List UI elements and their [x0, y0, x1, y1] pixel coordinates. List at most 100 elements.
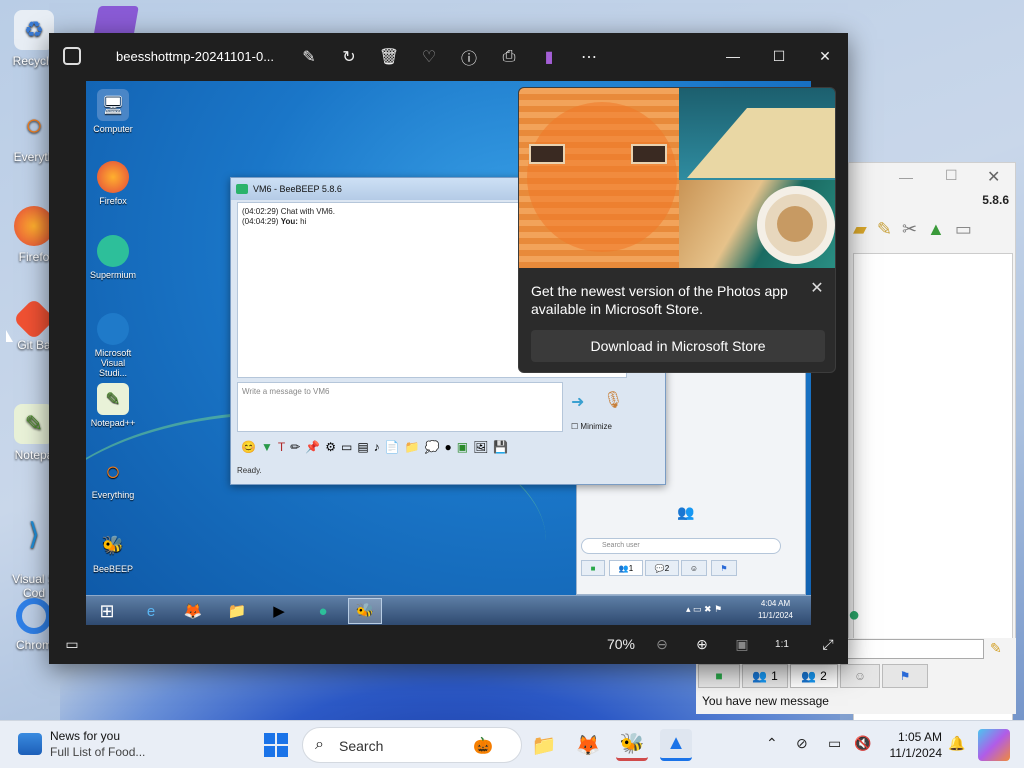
delete-icon[interactable]: 🗑	[377, 45, 401, 69]
inner-chat-toolbar: 😊 ▼ T ✏ 📌 ⚙ ▭ ▤ ♪ 📄 📁 💭 ● ▣ 🖼 💾	[241, 440, 621, 458]
inner-icon-label: Microsoft Visual Studi...	[94, 348, 132, 378]
toast-message: Get the newest version of the Photos app…	[531, 283, 788, 317]
zoom-out-icon[interactable]: ⊖	[649, 631, 675, 657]
supermium-icon	[97, 235, 129, 267]
win7-start-icon: ⊞	[99, 600, 115, 621]
chat-message: hi	[297, 217, 307, 226]
inner-icon-label: Supermium	[90, 270, 137, 280]
notepadpp-icon: ✎	[97, 383, 129, 415]
network-icon[interactable]: ⊘	[796, 735, 808, 752]
tab-shares[interactable]: ⚑	[882, 664, 928, 688]
pin-icon: 📌	[305, 440, 321, 454]
edit-icon[interactable]: ✎	[877, 219, 892, 240]
start-button[interactable]	[264, 733, 288, 757]
clear-search-icon[interactable]: ✎	[990, 640, 1002, 657]
firefox-icon[interactable]: 🦊	[572, 729, 604, 761]
maximize-icon[interactable]: ☐	[945, 167, 958, 184]
clipchamp-icon[interactable]: ▮	[537, 45, 561, 69]
firefox-icon	[14, 206, 54, 246]
minimize-icon[interactable]: —	[899, 169, 913, 185]
tab-count: 2	[664, 563, 670, 573]
vscode-icon: ⟩	[28, 517, 40, 551]
users-icon: 👥	[752, 669, 768, 683]
tab-users[interactable]: 👥 1	[742, 664, 788, 688]
taskbar-search[interactable]: ⌕ Search 🎃	[302, 727, 522, 763]
save-icon: 💾	[493, 440, 509, 454]
user-search-input[interactable]	[846, 639, 984, 659]
taskbar-clock[interactable]: 1:05 AM 11/1/2024	[882, 729, 943, 761]
toast-close-icon[interactable]: ✕	[807, 278, 827, 298]
fullscreen-icon[interactable]: ⤢	[815, 631, 841, 657]
zoom-in-icon[interactable]: ⊕	[689, 631, 715, 657]
plugin-icon[interactable]: ▲	[927, 219, 945, 240]
groups-icon: 👥	[801, 669, 817, 683]
contacts-icon: ☺	[689, 563, 699, 573]
volume-icon[interactable]: 🔇	[854, 735, 871, 752]
inner-taskbar: ⊞ e 🦊 📁 ▶ ● 🐝 ▴ ▭ ✖ ⚑ 4:04 AM 11/1/2024	[86, 595, 811, 625]
shares-icon: ⚑	[899, 669, 911, 683]
inner-tray-icons: ▴ ▭ ✖ ⚑	[686, 604, 723, 614]
file-explorer-icon[interactable]: 📁	[528, 729, 560, 761]
tab-chat[interactable]: ■	[698, 664, 740, 688]
filmstrip-icon[interactable]: ▭	[59, 631, 85, 657]
record-icon: ●	[444, 440, 452, 454]
emoji-icon: 😊	[241, 440, 256, 454]
search-label: Search	[339, 738, 384, 754]
download-store-button[interactable]: Download in Microsoft Store	[531, 330, 825, 362]
actual-size-icon[interactable]: 1:1	[769, 631, 795, 657]
inner-icon-supermium: Supermium	[90, 235, 136, 280]
show-hidden-icons[interactable]: ⌃	[766, 735, 778, 752]
bubble-icon: 💭	[424, 440, 440, 454]
trash-icon[interactable]: ▭	[955, 219, 972, 240]
photos-icon[interactable]: ▲	[660, 729, 692, 761]
inner-icon-everything: ○ Everything	[90, 455, 136, 501]
firefox-icon: 🦊	[183, 603, 203, 620]
print-icon[interactable]: ⎙	[497, 45, 521, 69]
edge-icon	[97, 313, 129, 345]
photos-titlebar: beesshottmp-20241101-0... ✎ ↻ 🗑 ♡ ⓘ ⎙ ▮ …	[49, 33, 848, 81]
inner-icon-label: Computer	[93, 124, 133, 134]
microphone-icon: 🎙	[603, 392, 624, 409]
beebeep-task-icon: 🐝	[348, 598, 382, 624]
close-button[interactable]: ✕	[809, 41, 841, 71]
beebeep-icon[interactable]: 🐝	[616, 729, 648, 761]
bee-icon: 🐝	[101, 534, 125, 555]
inner-icon-visual-studio: Microsoft Visual Studi...	[90, 313, 136, 378]
ie-icon: e	[146, 602, 156, 620]
inner-chat-title-text: VM6 - BeeBEEP 5.8.6	[253, 184, 342, 194]
send-icon: ➜	[571, 394, 585, 411]
format-icon: ✏	[290, 440, 301, 454]
inner-icon-computer: 🖥 Computer	[90, 89, 136, 134]
edit-icon[interactable]: ✎	[297, 45, 321, 69]
inner-icon-label: Firefox	[99, 196, 127, 206]
fit-window-icon[interactable]: ▣	[729, 631, 755, 657]
info-icon[interactable]: ⓘ	[457, 45, 481, 69]
more-options-icon[interactable]: ⋯	[577, 45, 601, 69]
beebeep-main-window: — ☐ ✕ 5.8.6 ▰ ✎ ✂ ▲ ▭	[848, 162, 1016, 768]
tab-groups[interactable]: 👥 2	[790, 664, 838, 688]
tools-icon[interactable]: ✂	[902, 219, 917, 240]
chat-author: You:	[280, 217, 298, 226]
contacts-icon: ☺	[853, 669, 867, 683]
clock-time: 1:05 AM	[897, 730, 942, 744]
image-coffee	[777, 206, 813, 242]
copilot-icon[interactable]	[978, 729, 1010, 761]
firefox-icon	[97, 161, 129, 193]
news-widget[interactable]: News for you Full List of Food...	[16, 727, 166, 763]
inner-icon-label: Notepad++	[90, 418, 136, 428]
media-icon: ▶	[273, 603, 285, 620]
notification-bell-icon[interactable]: 🔔	[948, 735, 965, 752]
tab-contacts[interactable]: ☺	[840, 664, 880, 688]
folder-icon[interactable]: ▰	[853, 219, 867, 240]
display-icon[interactable]: ▭	[828, 735, 841, 752]
minimize-button[interactable]: —	[717, 41, 749, 71]
maximize-button[interactable]: ☐	[763, 41, 795, 71]
favorite-icon[interactable]: ♡	[417, 45, 441, 69]
version-label: 5.8.6	[982, 193, 1009, 207]
zoom-level: 70%	[606, 636, 636, 652]
everything-icon: ○	[24, 109, 44, 142]
chrome-icon	[16, 598, 52, 634]
rotate-icon[interactable]: ↻	[337, 45, 361, 69]
users-icon: 👥	[677, 504, 695, 520]
close-icon[interactable]: ✕	[987, 167, 1000, 187]
